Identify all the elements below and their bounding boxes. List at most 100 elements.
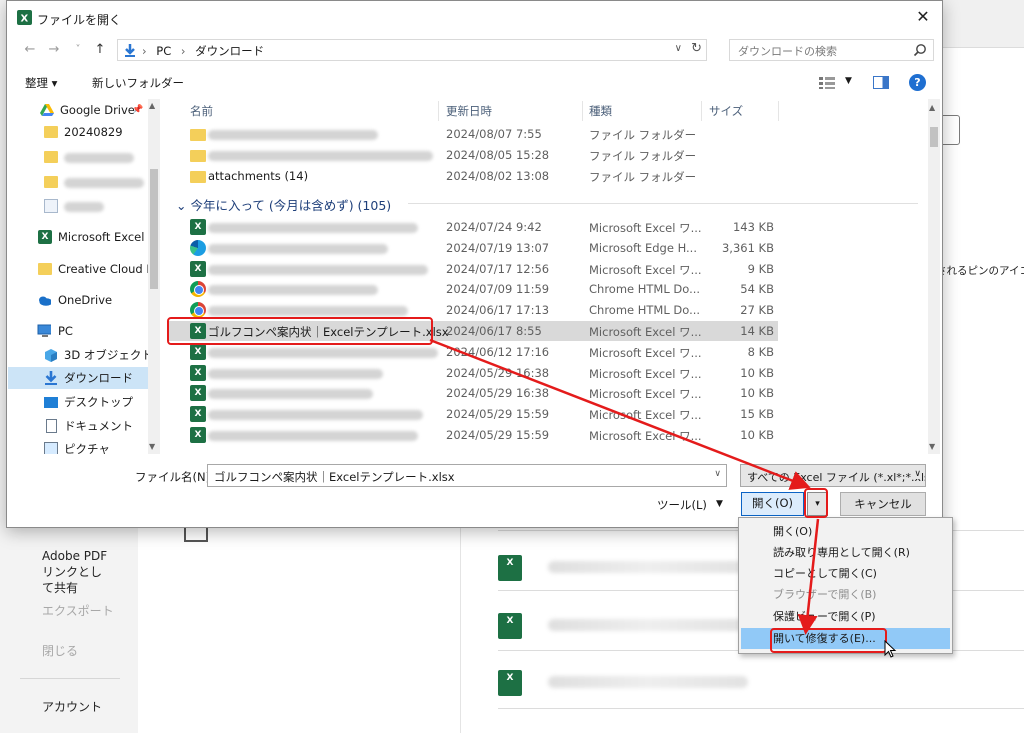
search-box[interactable]: ダウンロードの検索 <box>729 39 934 61</box>
file-row[interactable]: 2024/07/09 11:59 Chrome HTML Do... 54 KB <box>168 279 778 299</box>
open-options-menu: 開く(O) 読み取り専用として開く(R) コピーとして開く(C) ブラウザーで開… <box>738 517 953 654</box>
forward-arrow-icon[interactable]: → <box>45 41 63 59</box>
view-dropdown-icon[interactable]: ▼ <box>845 76 852 86</box>
up-arrow-icon[interactable]: ↑ <box>91 41 109 59</box>
tools-button[interactable]: ツール(L) <box>657 497 707 513</box>
file-list: 名前 更新日時 種類 サイズ 2024/08/07 7:55 ファイル フォルダ… <box>168 99 940 454</box>
nav-item-microsoft-excel[interactable]: X Microsoft Excel <box>8 226 148 248</box>
row-name: ゴルフコンペ案内状｜Excelテンプレート.xlsx <box>208 325 449 339</box>
refresh-icon[interactable]: ↻ <box>691 41 702 56</box>
preview-pane-icon[interactable] <box>873 76 889 89</box>
scroll-down-arrow[interactable]: ▼ <box>929 442 935 451</box>
back-arrow-icon[interactable]: ← <box>21 41 39 59</box>
organize-button[interactable]: 整理 ▾ <box>25 75 57 91</box>
open-button[interactable]: 開く(O) <box>741 492 804 516</box>
file-row[interactable]: X 2024/07/17 12:56 Microsoft Excel ワ... 9 K… <box>168 259 778 279</box>
column-separator[interactable] <box>701 101 702 121</box>
navigation-pane: Google Drive 📌 20240829 X Microsoft Exce… <box>8 99 160 454</box>
breadcrumb-downloads[interactable]: ダウンロード <box>195 44 264 58</box>
column-separator[interactable] <box>778 101 779 121</box>
filename-value: ゴルフコンペ案内状｜Excelテンプレート.xlsx <box>214 470 455 484</box>
column-header-modified[interactable]: 更新日時 <box>446 103 492 119</box>
file-row[interactable]: X 2024/05/29 16:38 Microsoft Excel ワ... 10 … <box>168 383 778 403</box>
nav-item-downloads[interactable]: ダウンロード <box>8 367 148 389</box>
dialog-titlebar: X ファイルを開く ✕ <box>7 1 942 35</box>
file-row[interactable]: 2024/06/17 17:13 Chrome HTML Do... 27 KB <box>168 300 778 320</box>
view-options-icon[interactable] <box>819 77 835 89</box>
row-type: Microsoft Excel ワ... <box>589 387 702 401</box>
nav-item-3d-objects[interactable]: 3D オブジェクト <box>8 344 153 366</box>
nav-item-google-drive[interactable]: Google Drive 📌 <box>8 99 148 121</box>
file-row[interactable]: X 2024/07/24 9:42 Microsoft Excel ワ... 143 … <box>168 217 778 237</box>
chevron-down-icon[interactable]: ∨ <box>911 469 921 479</box>
file-row[interactable]: X 2024/05/29 15:59 Microsoft Excel ワ... 10 … <box>168 425 778 445</box>
new-folder-button[interactable]: 新しいフォルダー <box>92 75 184 91</box>
breadcrumb-separator: › <box>142 44 147 58</box>
nav-item-documents[interactable]: ドキュメント <box>8 415 148 437</box>
excel-icon: X <box>190 219 206 235</box>
menu-item-open-as-copy[interactable]: コピーとして開く(C) <box>741 563 950 584</box>
close-icon[interactable]: ✕ <box>912 6 934 28</box>
column-header-type[interactable]: 種類 <box>589 103 612 119</box>
recent-file-item[interactable]: X <box>498 670 758 696</box>
folder-row[interactable]: 2024/08/07 7:55 ファイル フォルダー <box>168 124 778 144</box>
row-type: Microsoft Excel ワ... <box>589 429 702 443</box>
dialog-title: ファイルを開く <box>37 13 122 27</box>
mouse-cursor-icon <box>884 640 897 658</box>
tools-dropdown-icon[interactable]: ▼ <box>716 499 723 509</box>
file-list-scrollbar[interactable]: ▲ ▼ <box>928 99 940 454</box>
nav-item-20240829[interactable]: 20240829 <box>8 121 148 143</box>
menu-item-open-and-repair[interactable]: 開いて修復する(E)... <box>741 628 950 649</box>
backstage-export[interactable]: エクスポート <box>42 602 114 619</box>
nav-item-blurred-folder[interactable] <box>8 195 148 217</box>
nav-item-blurred-folder[interactable] <box>8 146 148 168</box>
nav-pane-scrollbar[interactable]: ▲ ▼ <box>148 99 160 454</box>
menu-item-open-read-only[interactable]: 読み取り専用として開く(R) <box>741 542 950 563</box>
folder-row[interactable]: 2024/08/05 15:28 ファイル フォルダー <box>168 145 778 165</box>
file-row-selected[interactable]: X ゴルフコンペ案内状｜Excelテンプレート.xlsx 2024/06/17 8:… <box>168 321 778 341</box>
menu-item-open-protected-view[interactable]: 保護ビューで開く(P) <box>741 606 950 627</box>
recent-file-item[interactable]: X <box>498 555 758 581</box>
nav-item-onedrive[interactable]: OneDrive <box>8 289 148 311</box>
file-row[interactable]: X 2024/05/29 15:59 Microsoft Excel ワ... 15 … <box>168 404 778 424</box>
nav-item-pictures[interactable]: ピクチャ <box>8 438 148 454</box>
desktop-icon <box>44 397 58 408</box>
nav-item-label: ダウンロード <box>64 371 133 385</box>
file-row[interactable]: X 2024/06/12 17:16 Microsoft Excel ワ... 8 K… <box>168 342 778 362</box>
recent-file-item[interactable]: X <box>498 613 758 639</box>
column-separator[interactable] <box>438 101 439 121</box>
file-row[interactable]: X 2024/05/29 16:38 Microsoft Excel ワ... 10 … <box>168 363 778 383</box>
chevron-down-icon[interactable]: ⌄ <box>176 198 186 213</box>
help-icon[interactable]: ? <box>909 74 926 91</box>
excel-file-icon: X <box>498 555 522 581</box>
breadcrumb-pc[interactable]: PC <box>156 44 171 58</box>
row-name <box>208 386 373 400</box>
nav-item-pc[interactable]: PC <box>8 320 148 342</box>
nav-pane-scroll-thumb[interactable] <box>150 169 158 289</box>
backstage-close[interactable]: 閉じる <box>42 642 78 659</box>
nav-item-desktop[interactable]: デスクトップ <box>8 391 148 413</box>
documents-icon <box>46 419 57 433</box>
chevron-down-icon[interactable]: ∨ <box>714 469 721 479</box>
menu-item-open[interactable]: 開く(O) <box>741 521 950 542</box>
nav-item-blurred-folder[interactable] <box>8 171 148 193</box>
group-header[interactable]: ⌄ 今年に入って (今月は含めず) (105) <box>176 195 918 214</box>
recent-locations-icon[interactable]: ˅ <box>69 41 87 59</box>
backstage-account[interactable]: アカウント <box>42 698 102 715</box>
excel-file-icon: X <box>498 613 522 639</box>
chevron-down-icon[interactable]: ∨ <box>675 43 682 54</box>
backstage-share-pdf-link[interactable]: Adobe PDF リンクとして共有 <box>42 548 112 596</box>
cancel-button[interactable]: キャンセル <box>840 492 926 516</box>
file-row[interactable]: 2024/07/19 13:07 Microsoft Edge H... 3,361… <box>168 238 778 258</box>
column-separator[interactable] <box>582 101 583 121</box>
nav-item-creative-cloud[interactable]: Creative Cloud File <box>8 258 160 280</box>
address-bar[interactable]: › PC › ダウンロード ∨ ↻ <box>117 39 707 61</box>
scroll-up-arrow[interactable]: ▲ <box>929 103 935 112</box>
filename-input[interactable]: ゴルフコンペ案内状｜Excelテンプレート.xlsx ∨ <box>207 464 727 487</box>
folder-row[interactable]: attachments (14) 2024/08/02 13:08 ファイル フ… <box>168 166 778 186</box>
file-list-scroll-thumb[interactable] <box>930 127 938 147</box>
column-header-size[interactable]: サイズ <box>709 103 743 119</box>
column-header-name[interactable]: 名前 <box>190 103 213 119</box>
file-type-filter[interactable]: すべての Excel ファイル (*.xl*;*.xlsx ∨ <box>740 464 926 487</box>
open-options-dropdown-button[interactable]: ▾ <box>807 492 828 516</box>
